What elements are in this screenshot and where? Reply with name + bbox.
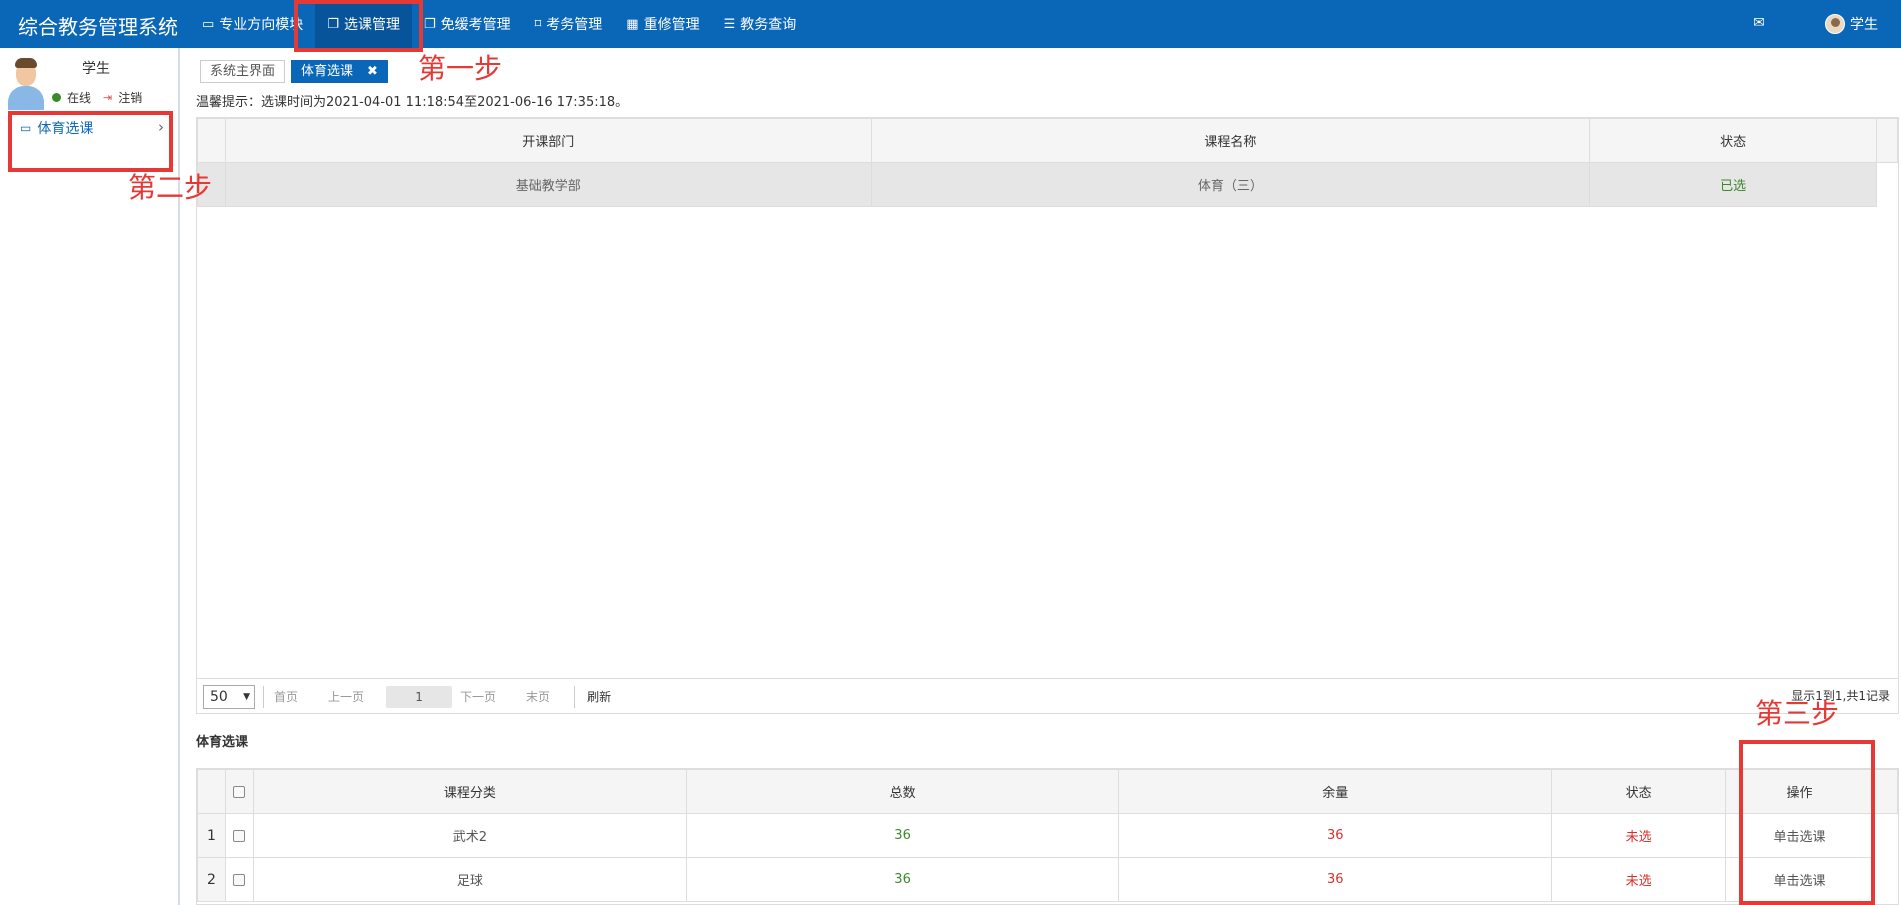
table-row[interactable]: 基础教学部 体育（三） 已选 bbox=[197, 162, 1898, 207]
select-course-button[interactable]: 单击选课 bbox=[1725, 857, 1874, 902]
selection-time-hint: 温馨提示：选课时间为2021-04-01 11:18:54至2021-06-16… bbox=[196, 95, 629, 110]
nav-label: 专业方向模块 bbox=[219, 17, 304, 33]
column-header[interactable]: 课程分类 bbox=[252, 769, 687, 814]
tab-home[interactable]: 系统主界面 bbox=[200, 60, 286, 83]
column-header[interactable]: 余量 bbox=[1118, 769, 1553, 814]
online-label: 在线 bbox=[67, 91, 92, 105]
total-cell: 36 bbox=[685, 857, 1120, 902]
column-header[interactable]: 状态 bbox=[1589, 118, 1877, 163]
logout-link[interactable]: 注销 bbox=[118, 89, 142, 106]
nav-course-selection[interactable]: ❐ 选课管理 bbox=[315, 0, 412, 48]
close-icon[interactable]: ✖ bbox=[367, 64, 378, 79]
status-cell: 已选 bbox=[1589, 162, 1877, 207]
select-all-checkbox[interactable] bbox=[224, 769, 254, 814]
row-number-header bbox=[197, 118, 226, 163]
category-cell: 武术2 bbox=[252, 813, 687, 858]
page-number-input[interactable]: 1 bbox=[386, 685, 453, 708]
mail-icon[interactable]: ✉ bbox=[1751, 15, 1767, 31]
last-page-button[interactable]: 末页 bbox=[526, 688, 550, 705]
category-cell: 足球 bbox=[252, 857, 687, 902]
prev-page-button[interactable]: 上一页 bbox=[328, 688, 364, 705]
remaining-cell: 36 bbox=[1118, 857, 1553, 902]
course-list-table: 课程分类 总数 余量 状态 操作 1 武术2 36 36 未选 单击选课 2 足… bbox=[197, 769, 1898, 902]
nav-label: 考务管理 bbox=[546, 17, 603, 33]
step2-annotation: 第二步 bbox=[128, 171, 213, 204]
calendar-icon: ▦ bbox=[626, 16, 639, 32]
row-number-header bbox=[197, 769, 226, 814]
nav-label: 选课管理 bbox=[343, 17, 400, 33]
step1-annotation: 第一步 bbox=[418, 52, 503, 85]
remaining-cell: 36 bbox=[1118, 813, 1553, 858]
column-header[interactable]: 操作 bbox=[1725, 769, 1874, 814]
bookmark-icon: ⌑ bbox=[534, 16, 542, 32]
nav-label: 重修管理 bbox=[643, 17, 700, 33]
profile-name: 学生 bbox=[82, 61, 110, 77]
pagination-bar: 50 ▼ 首页 上一页 1 下一页 末页 刷新 显示1到1,共1记录 bbox=[197, 678, 1898, 714]
nav-label: 免缓考管理 bbox=[440, 17, 511, 33]
selected-courses-grid: 开课部门 课程名称 状态 基础教学部 体育（三） 已选 50 ▼ 首页 上一页 1… bbox=[196, 117, 1899, 714]
user-name: 学生 bbox=[1850, 17, 1878, 33]
step3-annotation: 第三步 bbox=[1755, 697, 1840, 730]
sidebar-item-label: 体育选课 bbox=[37, 121, 94, 137]
user-menu[interactable]: 学生 bbox=[1825, 13, 1878, 35]
column-header[interactable]: 总数 bbox=[685, 769, 1120, 814]
nav-academic-query[interactable]: ☰ 教务查询 bbox=[712, 0, 809, 48]
nav-exam-affairs[interactable]: ⌑ 考务管理 bbox=[523, 0, 615, 48]
selected-courses-table: 开课部门 课程名称 状态 基础教学部 体育（三） 已选 bbox=[197, 118, 1899, 207]
scrollbar-header bbox=[1872, 769, 1898, 814]
page-size-value: 50 bbox=[210, 688, 228, 705]
app-title: 综合教务管理系统 bbox=[18, 15, 178, 39]
nav-exam-exemption[interactable]: ❐ 免缓考管理 bbox=[412, 0, 523, 48]
page-size-select[interactable]: 50 ▼ bbox=[203, 684, 255, 709]
sidebar-item-pe-selection[interactable]: ▭ 体育选课 › bbox=[12, 108, 172, 148]
course-list-grid: 课程分类 总数 余量 状态 操作 1 武术2 36 36 未选 单击选课 2 足… bbox=[196, 768, 1899, 905]
column-header[interactable]: 课程名称 bbox=[870, 118, 1591, 163]
column-header[interactable]: 状态 bbox=[1551, 769, 1727, 814]
department-cell: 基础教学部 bbox=[224, 162, 872, 207]
nav-major-direction[interactable]: ▭ 专业方向模块 bbox=[190, 0, 315, 48]
row-checkbox[interactable] bbox=[224, 813, 254, 858]
user-status: 在线 ⇥ 注销 bbox=[52, 89, 142, 106]
profile-avatar bbox=[7, 58, 45, 110]
page-tabs: 系统主界面 体育选课 ✖ bbox=[200, 60, 394, 83]
scrollbar-header bbox=[1875, 118, 1899, 163]
nav-retake[interactable]: ▦ 重修管理 bbox=[614, 0, 711, 48]
table-row[interactable]: 2 足球 36 36 未选 单击选课 bbox=[197, 857, 1898, 902]
row-number: 1 bbox=[197, 813, 226, 858]
chevron-right-icon: › bbox=[158, 118, 164, 136]
table-row[interactable]: 1 武术2 36 36 未选 单击选课 bbox=[197, 813, 1898, 858]
row-number: 2 bbox=[197, 857, 226, 902]
status-cell: 未选 bbox=[1551, 857, 1727, 902]
nav-label: 教务查询 bbox=[740, 17, 797, 33]
row-checkbox[interactable] bbox=[224, 857, 254, 902]
avatar bbox=[1825, 14, 1845, 34]
online-dot-icon bbox=[52, 93, 61, 102]
section-title: 体育选课 bbox=[196, 735, 249, 750]
monitor-icon: ▭ bbox=[20, 121, 32, 135]
logout-icon[interactable]: ⇥ bbox=[103, 91, 112, 104]
copy-icon: ❐ bbox=[327, 16, 339, 32]
total-cell: 36 bbox=[685, 813, 1120, 858]
tab-pe-selection[interactable]: 体育选课 ✖ bbox=[291, 60, 388, 83]
copy-icon: ❐ bbox=[423, 16, 436, 32]
tab-label: 体育选课 bbox=[301, 64, 354, 79]
next-page-button[interactable]: 下一页 bbox=[460, 688, 496, 705]
list-icon: ☰ bbox=[723, 16, 736, 32]
select-course-button[interactable]: 单击选课 bbox=[1725, 813, 1874, 858]
top-navbar: 综合教务管理系统 ▭ 专业方向模块 ❐ 选课管理 ❐ 免缓考管理 ⌑ 考务管理 … bbox=[0, 0, 1901, 48]
refresh-button[interactable]: 刷新 bbox=[587, 688, 611, 705]
course-name-cell: 体育（三） bbox=[870, 162, 1591, 207]
chevron-down-icon: ▼ bbox=[243, 691, 250, 702]
status-cell: 未选 bbox=[1551, 813, 1727, 858]
first-page-button[interactable]: 首页 bbox=[274, 688, 298, 705]
column-header[interactable]: 开课部门 bbox=[224, 118, 872, 163]
monitor-icon: ▭ bbox=[202, 16, 215, 32]
main-nav: ▭ 专业方向模块 ❐ 选课管理 ❐ 免缓考管理 ⌑ 考务管理 ▦ 重修管理 ☰ … bbox=[190, 0, 808, 48]
